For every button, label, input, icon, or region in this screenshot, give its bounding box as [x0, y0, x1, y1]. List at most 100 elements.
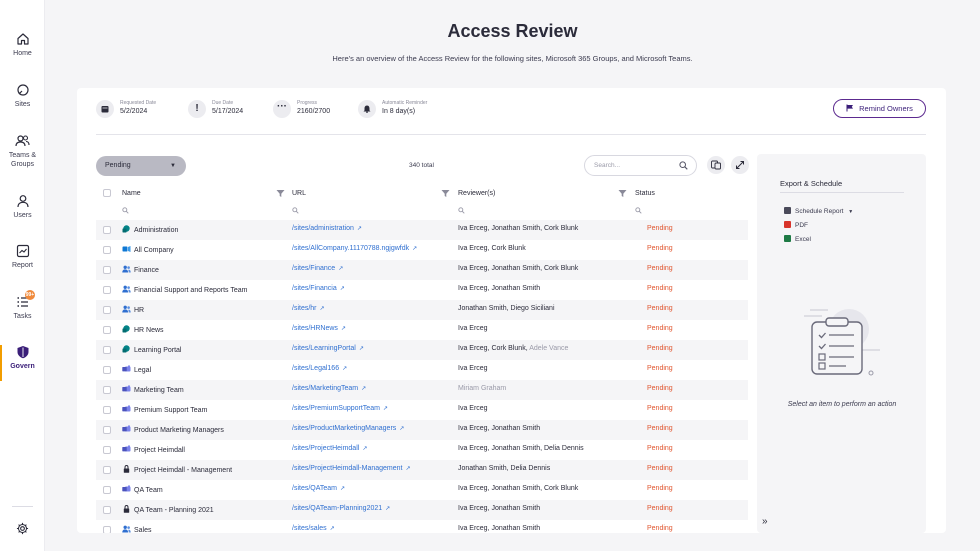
- row-url-link[interactable]: /sites/HRNews ↗︎: [292, 325, 346, 332]
- row-checkbox[interactable]: [103, 386, 111, 394]
- row-url-text: /sites/PremiumSupportTeam: [292, 405, 380, 412]
- row-reviewer-inactive: Adele Vance: [529, 345, 569, 352]
- row-url-link[interactable]: /sites/ProjectHeimdall-Management ↗︎: [292, 465, 411, 472]
- table-row[interactable]: QA Team/sites/QATeam ↗︎ Iva Erceg, Jonatha…: [96, 480, 748, 500]
- row-reviewers: Iva Erceg: [458, 405, 488, 412]
- table-row[interactable]: Marketing Team/sites/MarketingTeam ↗︎ Miri…: [96, 380, 748, 400]
- row-url-link[interactable]: /sites/Legal166 ↗︎: [292, 365, 347, 372]
- row-checkbox[interactable]: [103, 426, 111, 434]
- table-row[interactable]: QA Team - Planning 2021/sites/QATeam-Pla…: [96, 500, 748, 520]
- row-status: Pending: [647, 445, 673, 452]
- row-checkbox[interactable]: [103, 366, 111, 374]
- column-search-icon[interactable]: [292, 207, 299, 214]
- shield-icon: [17, 346, 28, 359]
- schedule-report-button[interactable]: Schedule Report ▼: [784, 207, 853, 215]
- row-reviewers: Iva Erceg, Jonathan Smith, Cork Blunk: [458, 265, 578, 272]
- teams-icon: [122, 365, 131, 372]
- row-reviewers: Iva Erceg: [458, 325, 488, 332]
- row-status: Pending: [647, 385, 673, 392]
- row-url-link[interactable]: /sites/ProjectHeimdall ↗︎: [292, 445, 367, 452]
- external-link-icon: ↗︎: [362, 446, 368, 452]
- row-checkbox[interactable]: [103, 526, 111, 533]
- row-url-link[interactable]: /sites/administration ↗︎: [292, 225, 362, 232]
- select-all-checkbox[interactable]: [103, 189, 111, 197]
- table-row[interactable]: Premium Support Team/sites/PremiumSuppor…: [96, 400, 748, 420]
- row-name-text: Project Heimdall: [134, 447, 185, 454]
- row-url-link[interactable]: /sites/Financia ↗︎: [292, 285, 345, 292]
- table-row[interactable]: Legal/sites/Legal166 ↗︎ Iva Erceg Pending: [96, 360, 748, 380]
- table-row[interactable]: Learning Portal/sites/LearningPortal ↗︎ Iv…: [96, 340, 748, 360]
- row-checkbox[interactable]: [103, 326, 111, 334]
- filter-icon[interactable]: [441, 189, 450, 198]
- table-row[interactable]: Sales/sites/sales ↗︎ Iva Erceg, Jonathan S…: [96, 520, 748, 533]
- nav-teams-groups[interactable]: Teams & Groups: [0, 134, 45, 180]
- filter-icon[interactable]: [618, 189, 627, 198]
- export-pdf-button[interactable]: PDF: [784, 221, 808, 229]
- row-url-link[interactable]: /sites/sales ↗︎: [292, 525, 335, 532]
- expand-button[interactable]: [731, 156, 749, 174]
- nav-home[interactable]: Home: [0, 32, 45, 78]
- row-url-link[interactable]: /sites/PremiumSupportTeam ↗︎: [292, 405, 388, 412]
- collapse-panel-icon[interactable]: »: [762, 516, 768, 527]
- teams-icon: [122, 425, 131, 432]
- column-search-icon[interactable]: [635, 207, 642, 214]
- nav-sites[interactable]: Sites: [0, 83, 45, 129]
- sharepoint-icon: [122, 225, 130, 233]
- row-url-link[interactable]: /sites/MarketingTeam ↗︎: [292, 385, 366, 392]
- schedule-report-label: Schedule Report: [795, 208, 844, 215]
- filter-icon[interactable]: [276, 189, 285, 198]
- row-url-link[interactable]: /sites/ProductMarketingManagers ↗︎: [292, 425, 404, 432]
- row-checkbox[interactable]: [103, 306, 111, 314]
- nav-users[interactable]: Users: [0, 194, 45, 240]
- columns-button[interactable]: [707, 156, 725, 174]
- row-checkbox[interactable]: [103, 266, 111, 274]
- row-status: Pending: [647, 265, 673, 272]
- column-search-icon[interactable]: [458, 207, 465, 214]
- row-checkbox[interactable]: [103, 466, 111, 474]
- row-checkbox[interactable]: [103, 446, 111, 454]
- search-input[interactable]: Search...: [584, 155, 697, 176]
- row-checkbox[interactable]: [103, 246, 111, 254]
- row-checkbox[interactable]: [103, 406, 111, 414]
- row-checkbox[interactable]: [103, 506, 111, 514]
- column-status: Status: [635, 190, 655, 197]
- nav-govern[interactable]: Govern: [0, 345, 45, 391]
- row-url-link[interactable]: /sites/QATeam ↗︎: [292, 485, 345, 492]
- external-link-icon: ↗︎: [339, 286, 345, 292]
- export-excel-button[interactable]: Excel: [784, 235, 811, 243]
- table-row[interactable]: Project Heimdall - Management/sites/Proj…: [96, 460, 748, 480]
- settings-button[interactable]: [0, 522, 45, 538]
- table-row[interactable]: All Company/sites/AllCompany.11170788.ng…: [96, 240, 748, 260]
- table-row[interactable]: Project Heimdall/sites/ProjectHeimdall ↗︎…: [96, 440, 748, 460]
- table-row[interactable]: Administration/sites/administration ↗︎ Iva…: [96, 220, 748, 240]
- nav-tasks[interactable]: 99+ Tasks: [0, 290, 45, 341]
- search-icon: [679, 161, 688, 170]
- expand-icon: [736, 161, 744, 169]
- row-checkbox[interactable]: [103, 486, 111, 494]
- row-url-link[interactable]: /sites/Finance ↗︎: [292, 265, 343, 272]
- nav-report-label: Report: [11, 262, 33, 269]
- search-placeholder: Search...: [594, 162, 621, 169]
- external-link-icon: ↗︎: [399, 426, 405, 432]
- row-checkbox[interactable]: [103, 226, 111, 234]
- row-checkbox[interactable]: [103, 286, 111, 294]
- table-row[interactable]: Product Marketing Managers/sites/Product…: [96, 420, 748, 440]
- row-url-link[interactable]: /sites/LearningPortal ↗︎: [292, 345, 364, 352]
- status-filter-dropdown[interactable]: Pending ▼: [96, 156, 186, 176]
- external-link-icon: ↗︎: [382, 406, 388, 412]
- table-row[interactable]: Finance/sites/Finance ↗︎ Iva Erceg, Jonath…: [96, 260, 748, 280]
- nav-report[interactable]: Report: [0, 244, 45, 290]
- row-checkbox[interactable]: [103, 346, 111, 354]
- row-status: Pending: [647, 345, 673, 352]
- table-row[interactable]: HR News/sites/HRNews ↗︎ Iva Erceg Pending: [96, 320, 748, 340]
- row-name: Sales: [122, 525, 152, 533]
- row-reviewers: Iva Erceg, Jonathan Smith: [458, 525, 540, 532]
- table-row[interactable]: Financial Support and Reports Team/sites…: [96, 280, 748, 300]
- table-row[interactable]: HR/sites/hr ↗︎ Jonathan Smith, Diego Sicil…: [96, 300, 748, 320]
- row-url-link[interactable]: /sites/QATeam-Planning2021 ↗︎: [292, 505, 390, 512]
- pdf-icon: [784, 221, 791, 228]
- row-url-link[interactable]: /sites/hr ↗︎: [292, 305, 325, 312]
- column-search-icon[interactable]: [122, 207, 129, 214]
- remind-owners-button[interactable]: Remind Owners: [833, 99, 926, 118]
- row-url-link[interactable]: /sites/AllCompany.11170788.ngjgwfdk ↗︎: [292, 245, 417, 252]
